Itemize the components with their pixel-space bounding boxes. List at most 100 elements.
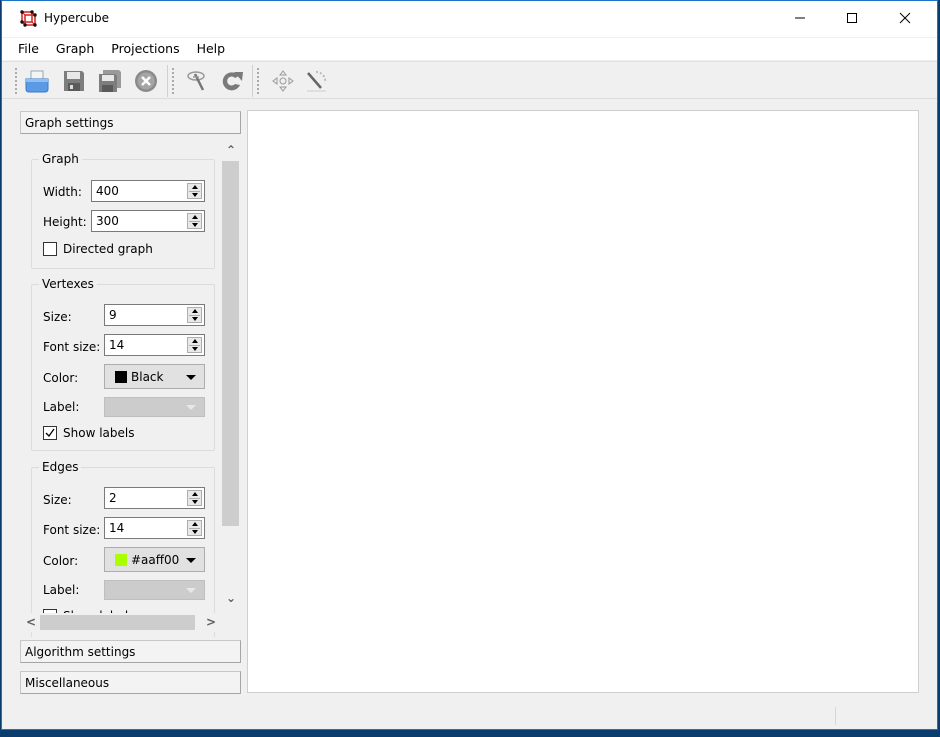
- vertex-font-size-spinbox[interactable]: 14: [104, 334, 205, 356]
- spin-down-icon[interactable]: [192, 500, 198, 504]
- vertex-size-spinbox[interactable]: 9: [104, 304, 205, 326]
- close-file-icon: [135, 70, 157, 92]
- menu-projections[interactable]: Projections: [100, 38, 185, 60]
- menu-bar: File Graph Projections Help: [2, 38, 937, 60]
- edge-color-swatch: [115, 554, 127, 566]
- menu-graph[interactable]: Graph: [45, 38, 100, 60]
- close-button[interactable]: [882, 1, 928, 35]
- chevron-down-icon: [186, 588, 196, 593]
- move-icon: [272, 70, 294, 92]
- height-value: 300: [96, 214, 119, 228]
- toolbar-grip[interactable]: [15, 68, 18, 94]
- directed-graph-label[interactable]: Directed graph: [63, 242, 153, 256]
- title-bar: Hypercube: [2, 1, 937, 37]
- move-button[interactable]: [268, 66, 298, 96]
- maximize-button[interactable]: [829, 1, 875, 35]
- height-spinbox[interactable]: 300: [91, 210, 205, 232]
- horizontal-scroll-thumb[interactable]: [40, 615, 195, 630]
- vertexes-group-title: Vertexes: [39, 277, 97, 291]
- vertex-color-value: Black: [131, 370, 164, 384]
- minimize-icon: [795, 17, 805, 19]
- transform-button[interactable]: [183, 66, 213, 96]
- edge-color-dropdown[interactable]: #aaff00: [104, 547, 205, 572]
- toolbar-separator: [252, 65, 253, 97]
- spin-up-icon[interactable]: [192, 492, 198, 496]
- menu-file[interactable]: File: [2, 38, 45, 60]
- close-icon: [899, 12, 911, 24]
- width-label: Width:: [43, 185, 82, 199]
- width-value: 400: [96, 184, 119, 198]
- horizontal-scrollbar[interactable]: < >: [20, 613, 221, 632]
- vertex-font-size-value: 14: [109, 338, 125, 352]
- vertex-label-dropdown[interactable]: [104, 397, 205, 417]
- open-button[interactable]: [22, 66, 52, 96]
- edge-font-size-label: Font size:: [43, 523, 101, 537]
- toolbar-grip[interactable]: [172, 68, 175, 94]
- graph-canvas[interactable]: [247, 110, 919, 693]
- height-label: Height:: [43, 215, 87, 229]
- edges-group-title: Edges: [39, 460, 82, 474]
- spin-down-icon[interactable]: [192, 193, 198, 197]
- reload-button[interactable]: [217, 66, 247, 96]
- vertex-color-swatch: [115, 371, 127, 383]
- vertex-label-label: Label:: [43, 400, 80, 414]
- directed-graph-checkbox[interactable]: [43, 242, 57, 256]
- vertex-color-dropdown[interactable]: Black: [104, 364, 205, 389]
- scroll-left-icon[interactable]: <: [26, 615, 36, 629]
- save-icon: [64, 71, 84, 91]
- edge-label-label: Label:: [43, 583, 80, 597]
- edge-size-label: Size:: [43, 493, 72, 507]
- vertex-size-stepper[interactable]: [187, 307, 202, 323]
- chevron-down-icon: [186, 558, 196, 563]
- vertex-font-size-stepper[interactable]: [187, 337, 202, 353]
- spin-up-icon[interactable]: [192, 309, 198, 313]
- draw-edge-button[interactable]: [301, 66, 331, 96]
- app-window: Hypercube File Graph Projections Help Gr…: [1, 0, 938, 730]
- open-icon: [25, 70, 49, 93]
- spin-down-icon[interactable]: [192, 530, 198, 534]
- edge-size-spinbox[interactable]: 2: [104, 487, 205, 509]
- vertex-show-labels-checkbox[interactable]: [43, 426, 57, 440]
- edge-font-size-spinbox[interactable]: 14: [104, 517, 205, 539]
- toolbar-grip[interactable]: [257, 68, 260, 94]
- scroll-up-icon[interactable]: ⌃: [226, 143, 236, 157]
- minimize-button[interactable]: [777, 1, 823, 35]
- spin-up-icon[interactable]: [192, 522, 198, 526]
- save-as-button[interactable]: [95, 66, 125, 96]
- vertex-size-label: Size:: [43, 310, 72, 324]
- menu-help[interactable]: Help: [186, 38, 232, 60]
- scroll-right-icon[interactable]: >: [206, 615, 216, 629]
- height-stepper[interactable]: [187, 213, 202, 229]
- miscellaneous-section-button[interactable]: Miscellaneous: [20, 671, 241, 694]
- vertical-scrollbar[interactable]: ⌃ ⌄: [221, 141, 240, 613]
- width-stepper[interactable]: [187, 183, 202, 199]
- width-spinbox[interactable]: 400: [91, 180, 205, 202]
- scroll-down-icon[interactable]: ⌄: [226, 591, 236, 605]
- edge-font-size-value: 14: [109, 521, 125, 535]
- chevron-down-icon: [186, 375, 196, 380]
- spin-down-icon[interactable]: [192, 317, 198, 321]
- edge-size-stepper[interactable]: [187, 490, 202, 506]
- draw-edge-icon: [307, 70, 327, 92]
- spin-up-icon[interactable]: [192, 339, 198, 343]
- save-button[interactable]: [59, 66, 89, 96]
- graph-settings-scroll-area: Graph Width: 400 Height: 300 Directed gr…: [20, 134, 241, 637]
- spin-up-icon[interactable]: [192, 185, 198, 189]
- vertex-show-labels-label[interactable]: Show labels: [63, 426, 134, 440]
- spin-down-icon[interactable]: [192, 347, 198, 351]
- vertical-scroll-thumb[interactable]: [222, 161, 239, 526]
- close-graph-button[interactable]: [131, 66, 161, 96]
- edge-font-size-stepper[interactable]: [187, 520, 202, 536]
- edge-label-dropdown[interactable]: [104, 580, 205, 600]
- graph-group-title: Graph: [39, 152, 82, 166]
- algorithm-settings-section-button[interactable]: Algorithm settings: [20, 640, 241, 663]
- toolbar: [2, 61, 937, 99]
- hypercube-app-icon: [20, 10, 37, 27]
- spin-down-icon[interactable]: [192, 223, 198, 227]
- spin-up-icon[interactable]: [192, 215, 198, 219]
- graph-settings-section-button[interactable]: Graph settings: [20, 111, 241, 134]
- vertex-color-label: Color:: [43, 371, 79, 385]
- toolbar-separator: [167, 65, 168, 97]
- status-separator: [835, 707, 836, 725]
- window-title: Hypercube: [44, 11, 109, 25]
